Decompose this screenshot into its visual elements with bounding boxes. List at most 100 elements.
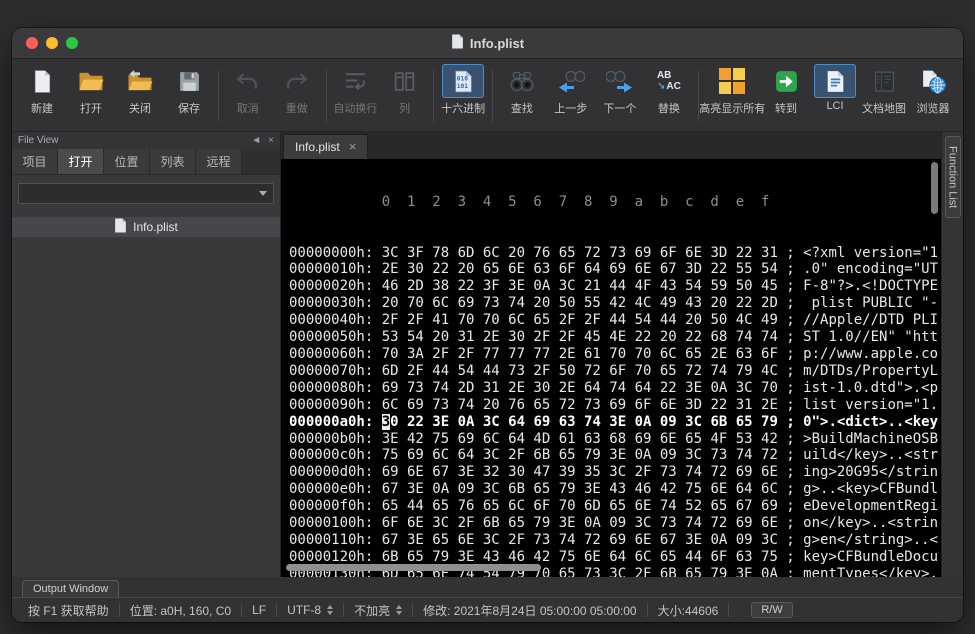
toolbar-button-save[interactable]: 保存 (165, 62, 213, 130)
tab-close-icon[interactable]: × (349, 141, 357, 153)
close-window-button[interactable] (26, 37, 38, 49)
document-icon (451, 34, 464, 52)
hex-address: 00000030h: (289, 295, 382, 311)
toolbar-button-highlight-all[interactable]: 高亮显示所有 (704, 62, 761, 130)
hex-address: 00000050h: (289, 329, 382, 345)
status-encoding-value: UTF-8 (287, 603, 321, 617)
hex-address: 000000b0h: (289, 431, 382, 447)
toolbar-button-label: 取消 (237, 100, 259, 116)
hex-view[interactable]: 0 1 2 3 4 5 6 7 8 9 a b c d e f 00000000… (281, 159, 941, 577)
hex-address: 000000f0h: (289, 498, 382, 514)
readwrite-toggle[interactable]: R/W (751, 602, 792, 618)
status-encoding-select[interactable]: UTF-8 (287, 603, 333, 617)
dock-arrow-icon[interactable]: ◄ (251, 135, 261, 146)
hex-ascii: ; g>en</string>..< (778, 532, 938, 548)
highlight-all-icon (711, 64, 753, 98)
hex-bytes: 6D 2F 44 54 44 73 2F 50 72 6F 70 65 72 7… (382, 363, 778, 379)
hex-row[interactable]: 000000b0h: 3E 42 75 69 6C 64 4D 61 63 68… (289, 431, 941, 448)
hex-row[interactable]: 00000070h: 6D 2F 44 54 44 73 2F 50 72 6F… (289, 363, 941, 380)
file-view-tab-list[interactable]: 列表 (150, 149, 196, 174)
hex-row[interactable]: 000000a0h: 30 22 3E 0A 3C 64 69 63 74 3E… (289, 414, 941, 431)
toolbar-button-find-prev[interactable]: 上一步 (547, 62, 595, 130)
find-icon (501, 64, 543, 98)
hex-bytes: 53 54 20 31 2E 30 2F 2F 45 4E 22 20 22 6… (382, 329, 778, 345)
file-view-header: File View ◄ × (12, 132, 280, 149)
toolbar-button-undo[interactable]: 取消 (224, 62, 272, 130)
status-highlight-select[interactable]: 不加亮 (354, 602, 402, 619)
toolbar-button-close[interactable]: 关闭 (116, 62, 164, 130)
toolbar-button-find[interactable]: 查找 (498, 62, 546, 130)
toolbar-button-redo[interactable]: 重做 (273, 62, 321, 130)
hex-address: 000000d0h: (289, 464, 382, 480)
toolbar-button-hex[interactable]: 010101十六进制 (439, 62, 487, 130)
hex-address: 00000000h: (289, 245, 382, 261)
minimize-window-button[interactable] (46, 37, 58, 49)
toolbar-button-lci[interactable]: LCI (811, 62, 859, 130)
hex-row[interactable]: 00000080h: 69 73 74 2D 31 2E 30 2E 64 74… (289, 380, 941, 397)
file-view-tab-position[interactable]: 位置 (104, 149, 150, 174)
hex-row[interactable]: 00000000h: 3C 3F 78 6D 6C 20 76 65 72 73… (289, 245, 941, 262)
file-list-item[interactable]: Info.plist (12, 217, 280, 237)
toolbar-separator (492, 70, 493, 122)
hex-row[interactable]: 00000030h: 20 70 6C 69 73 74 20 50 55 42… (289, 295, 941, 312)
hex-ascii: ; key>CFBundleDocu (778, 549, 938, 565)
file-view-tab-open[interactable]: 打开 (58, 149, 104, 174)
hex-row[interactable]: 00000010h: 2E 30 22 20 65 6E 63 6F 64 69… (289, 261, 941, 278)
status-line-ending[interactable]: LF (252, 603, 266, 617)
hex-ascii: ; .0" encoding="UT (778, 261, 938, 277)
find-prev-icon (550, 64, 592, 98)
function-list-tab[interactable]: Function List (945, 136, 961, 218)
vertical-scrollbar[interactable] (931, 162, 938, 214)
toolbar-button-goto[interactable]: 转到 (762, 62, 810, 130)
hex-row[interactable]: 000000c0h: 75 69 6C 64 3C 2F 6B 65 79 3E… (289, 447, 941, 464)
hex-row[interactable]: 000000d0h: 69 6E 67 3E 32 30 47 39 35 3C… (289, 464, 941, 481)
hex-row[interactable]: 00000090h: 6C 69 73 74 20 76 65 72 73 69… (289, 397, 941, 414)
statusbar: 按 F1 获取帮助 位置: a0H, 160, C0 LF UTF-8 不加亮 … (12, 597, 963, 622)
file-filter-dropdown[interactable] (18, 183, 274, 204)
hex-row[interactable]: 00000020h: 46 2D 38 22 3F 3E 0A 3C 21 44… (289, 278, 941, 295)
hex-row[interactable]: 000000f0h: 65 44 65 76 65 6C 6F 70 6D 65… (289, 498, 941, 515)
hex-address: 00000090h: (289, 397, 382, 413)
hex-address: 00000080h: (289, 380, 382, 396)
hex-ascii: ; plist PUBLIC "- (778, 295, 938, 311)
toolbar-button-find-next[interactable]: 下一个 (596, 62, 644, 130)
hex-row[interactable]: 00000040h: 2F 2F 41 70 70 6C 65 2F 2F 44… (289, 312, 941, 329)
toolbar-button-open[interactable]: 打开 (67, 62, 115, 130)
toolbar-button-columns[interactable]: 列 (380, 62, 428, 130)
toolbar-button-replace[interactable]: AB↘AC替换 (645, 62, 693, 130)
hex-ascii: ; g>..<key>CFBundl (778, 481, 938, 497)
hex-cursor: 3 (382, 414, 390, 430)
toolbar-separator (218, 70, 219, 122)
toolbar-button-label: 查找 (511, 100, 533, 116)
lci-icon (814, 64, 856, 98)
toolbar-button-label: 下一个 (603, 100, 636, 116)
toolbar-button-docmap[interactable]: 文档地图 (860, 62, 908, 130)
hex-ascii: ; list version="1. (778, 397, 938, 413)
zoom-window-button[interactable] (66, 37, 78, 49)
toolbar-button-label: 转到 (775, 100, 797, 116)
hex-row[interactable]: 00000060h: 70 3A 2F 2F 77 77 77 2E 61 70… (289, 346, 941, 363)
file-view-title: File View (18, 135, 58, 146)
toolbar-button-label: 替换 (658, 100, 680, 116)
hex-row[interactable]: 00000110h: 67 3E 65 6E 3C 2F 73 74 72 69… (289, 532, 941, 549)
output-window-tab[interactable]: Output Window (22, 580, 119, 597)
status-size: 大小:44606 (658, 602, 719, 619)
editor-area: Info.plist × 0 1 2 3 4 5 6 7 8 9 a b c d… (281, 132, 941, 577)
file-view-tab-remote[interactable]: 远程 (196, 149, 242, 174)
hex-row[interactable]: 000000e0h: 67 3E 0A 09 3C 6B 65 79 3E 43… (289, 481, 941, 498)
toolbar-button-browser[interactable]: 浏览器 (909, 62, 957, 130)
toolbar-button-label: 文档地图 (862, 100, 906, 116)
titlebar[interactable]: Info.plist (12, 28, 963, 59)
function-list-strip: Function List (941, 132, 963, 577)
status-separator (412, 604, 413, 617)
toolbar-button-new[interactable]: 新建 (18, 62, 66, 130)
toolbar-button-label: 关闭 (129, 100, 151, 116)
horizontal-scrollbar[interactable] (286, 564, 541, 571)
file-view-tab-project[interactable]: 项目 (12, 149, 58, 174)
panel-close-icon[interactable]: × (268, 135, 274, 146)
find-next-icon (599, 64, 641, 98)
editor-tab[interactable]: Info.plist × (283, 134, 368, 159)
hex-row[interactable]: 00000050h: 53 54 20 31 2E 30 2F 2F 45 4E… (289, 329, 941, 346)
toolbar-button-wordwrap[interactable]: 自动换行 (331, 62, 379, 130)
hex-row[interactable]: 00000100h: 6F 6E 3C 2F 6B 65 79 3E 0A 09… (289, 515, 941, 532)
